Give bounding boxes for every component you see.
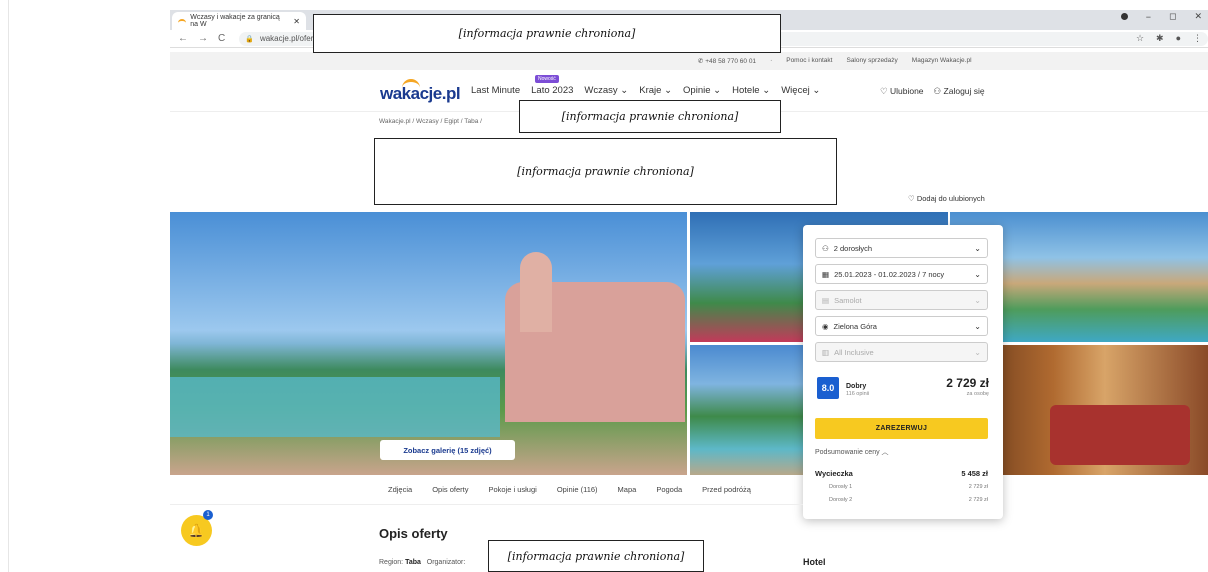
nav-wiecej[interactable]: Więcej ⌄ bbox=[781, 85, 820, 96]
tab-rooms[interactable]: Pokoje i usługi bbox=[488, 485, 536, 494]
trip-total-row: Wycieczka 5 458 zł bbox=[815, 469, 988, 478]
tab-before-travel[interactable]: Przed podróżą bbox=[702, 485, 751, 494]
chevron-down-icon: ⌄ bbox=[974, 243, 981, 253]
offer-title: Opis oferty bbox=[379, 526, 448, 541]
price-summary-toggle[interactable]: Podsumowanie ceny ︿ bbox=[815, 447, 889, 457]
nav-wczasy[interactable]: Wczasy ⌄ bbox=[584, 85, 628, 96]
tab-reviews[interactable]: Opinie (116) bbox=[557, 485, 598, 494]
breadcrumb[interactable]: Wakacje.pl / Wczasy / Egipt / Taba / bbox=[379, 118, 482, 125]
user-icon: ⚇ bbox=[933, 86, 944, 96]
util-separator: · bbox=[770, 57, 773, 64]
travelers-select[interactable]: ⚇ 2 dorosłych ⌄ bbox=[815, 238, 988, 258]
location-pin-icon: ◉ bbox=[822, 321, 829, 331]
departure-select[interactable]: ◉ Zielona Góra ⌄ bbox=[815, 316, 988, 336]
new-badge: Nowość bbox=[535, 75, 559, 83]
tab-weather[interactable]: Pogoda bbox=[656, 485, 682, 494]
nav-right: ♡ Ulubione ⚇ Zaloguj się bbox=[880, 86, 985, 97]
notification-count: 1 bbox=[203, 510, 213, 520]
divider bbox=[170, 504, 803, 505]
login-link[interactable]: ⚇ Zaloguj się bbox=[934, 86, 985, 97]
chevron-down-icon: ⌄ bbox=[713, 85, 722, 96]
chevron-down-icon: ⌄ bbox=[974, 321, 981, 331]
tab-description[interactable]: Opis oferty bbox=[432, 485, 468, 494]
heart-icon: ♡ bbox=[908, 194, 917, 203]
main-photo[interactable] bbox=[170, 212, 687, 475]
view-gallery-button[interactable]: Zobacz galerię (15 zdjęć) bbox=[380, 440, 515, 460]
window-controls: − ◻ ✕ bbox=[1120, 11, 1208, 22]
transport-select[interactable]: ▤ Samolot ⌄ bbox=[815, 290, 988, 310]
booking-card: ⚇ 2 dorosłych ⌄ ▦ 25.01.2023 - 01.02.202… bbox=[803, 225, 1003, 519]
chevron-down-icon: ⌄ bbox=[664, 85, 673, 96]
browser-menu-icon[interactable]: ⋮ bbox=[1193, 33, 1202, 44]
forward-icon[interactable]: → bbox=[198, 33, 208, 44]
rating-score: 8.0 bbox=[817, 377, 839, 399]
chevron-down-icon: ⌄ bbox=[812, 85, 821, 96]
food-icon: ▥ bbox=[822, 347, 830, 357]
phone-link[interactable]: ✆ +48 58 770 60 01 bbox=[698, 57, 756, 65]
tab-title: Wczasy i wakacje za granicą na W bbox=[190, 14, 280, 28]
maximize-icon[interactable]: ◻ bbox=[1169, 11, 1176, 22]
profile-icon[interactable]: ● bbox=[1176, 33, 1181, 44]
dates-select[interactable]: ▦ 25.01.2023 - 01.02.2023 / 7 nocy ⌄ bbox=[815, 264, 988, 284]
profile-dot-icon[interactable] bbox=[1120, 13, 1128, 20]
chevron-up-icon: ︿ bbox=[881, 449, 889, 456]
redacted-block: [informacja prawnie chroniona] bbox=[374, 138, 837, 205]
photo-gallery: Zobacz galerię (15 zdjęć) bbox=[170, 212, 1208, 475]
nav-opinie[interactable]: Opinie ⌄ bbox=[683, 85, 721, 96]
tower-shape bbox=[520, 252, 552, 332]
close-window-icon[interactable]: ✕ bbox=[1194, 11, 1202, 22]
tab-close-icon[interactable]: ✕ bbox=[293, 17, 300, 26]
tab-map[interactable]: Mapa bbox=[618, 485, 637, 494]
plane-icon: ▤ bbox=[822, 295, 830, 305]
utility-bar: ✆ +48 58 770 60 01 · Pomoc i kontakt Sal… bbox=[170, 52, 1208, 70]
redacted-block: [informacja prawnie chroniona] bbox=[488, 540, 704, 572]
reviews-count[interactable]: 116 opinii bbox=[846, 391, 869, 397]
nav-kraje[interactable]: Kraje ⌄ bbox=[639, 85, 672, 96]
price-per-person: 2 729 zł bbox=[946, 376, 989, 390]
calendar-icon: ▦ bbox=[822, 269, 830, 279]
extensions-icon[interactable]: ✱ bbox=[1156, 33, 1164, 44]
favicon-icon bbox=[178, 18, 187, 24]
bell-icon: 🔔 bbox=[188, 522, 205, 538]
section-tabs: Zdjęcia Opis oferty Pokoje i usługi Opin… bbox=[388, 485, 751, 494]
hotel-heading: Hotel bbox=[803, 557, 826, 567]
util-link-magazine[interactable]: Magazyn Wakacje.pl bbox=[912, 57, 972, 65]
redacted-block: [informacja prawnie chroniona] bbox=[519, 100, 781, 133]
redacted-block: [informacja prawnie chroniona] bbox=[313, 14, 781, 53]
user-icon: ⚇ bbox=[822, 243, 829, 253]
browser-tab[interactable]: Wczasy i wakacje za granicą na W ✕ bbox=[172, 12, 306, 30]
lock-icon: 🔒 bbox=[245, 35, 254, 43]
price-unit: za osobę bbox=[966, 391, 989, 397]
nav-last-minute[interactable]: Last Minute bbox=[471, 85, 520, 96]
chevron-down-icon: ⌄ bbox=[974, 269, 981, 279]
util-link-help[interactable]: Pomoc i kontakt bbox=[786, 57, 832, 65]
adult-price-row: Dorosły 22 729 zł bbox=[829, 497, 988, 503]
board-select[interactable]: ▥ All Inclusive ⌄ bbox=[815, 342, 988, 362]
pool-shape bbox=[170, 377, 500, 437]
favorites-link[interactable]: ♡ Ulubione bbox=[880, 86, 924, 97]
back-icon[interactable]: ← bbox=[178, 33, 188, 44]
nav-items: Last Minute Lato 2023 Wczasy ⌄ Kraje ⌄ O… bbox=[471, 85, 820, 96]
util-link-shops[interactable]: Salony sprzedaży bbox=[846, 57, 897, 65]
chevron-down-icon: ⌄ bbox=[974, 295, 981, 305]
adult-price-row: Dorosły 12 729 zł bbox=[829, 484, 988, 490]
tab-photos[interactable]: Zdjęcia bbox=[388, 485, 412, 494]
nav-lato[interactable]: Lato 2023 bbox=[531, 85, 573, 96]
rating-label: Dobry bbox=[846, 383, 867, 390]
heart-icon: ♡ bbox=[880, 86, 890, 96]
region-line: Region: Taba Organizator: bbox=[379, 559, 466, 566]
minimize-icon[interactable]: − bbox=[1146, 12, 1151, 22]
chevron-down-icon: ⌄ bbox=[974, 347, 981, 357]
chevron-down-icon: ⌄ bbox=[762, 85, 771, 96]
chevron-down-icon: ⌄ bbox=[620, 85, 629, 96]
region-value: Taba bbox=[405, 559, 421, 566]
bed-shape bbox=[1050, 405, 1190, 465]
reload-icon[interactable]: C bbox=[218, 33, 225, 44]
nav-hotele[interactable]: Hotele ⌄ bbox=[732, 85, 770, 96]
reserve-button[interactable]: ZAREZERWUJ bbox=[815, 418, 988, 439]
add-to-favorites-link[interactable]: ♡ Dodaj do ulubionych bbox=[908, 194, 985, 203]
left-gutter bbox=[0, 0, 9, 572]
bookmark-star-icon[interactable]: ☆ bbox=[1136, 33, 1144, 44]
site-logo[interactable]: wakacje.pl bbox=[380, 79, 461, 104]
